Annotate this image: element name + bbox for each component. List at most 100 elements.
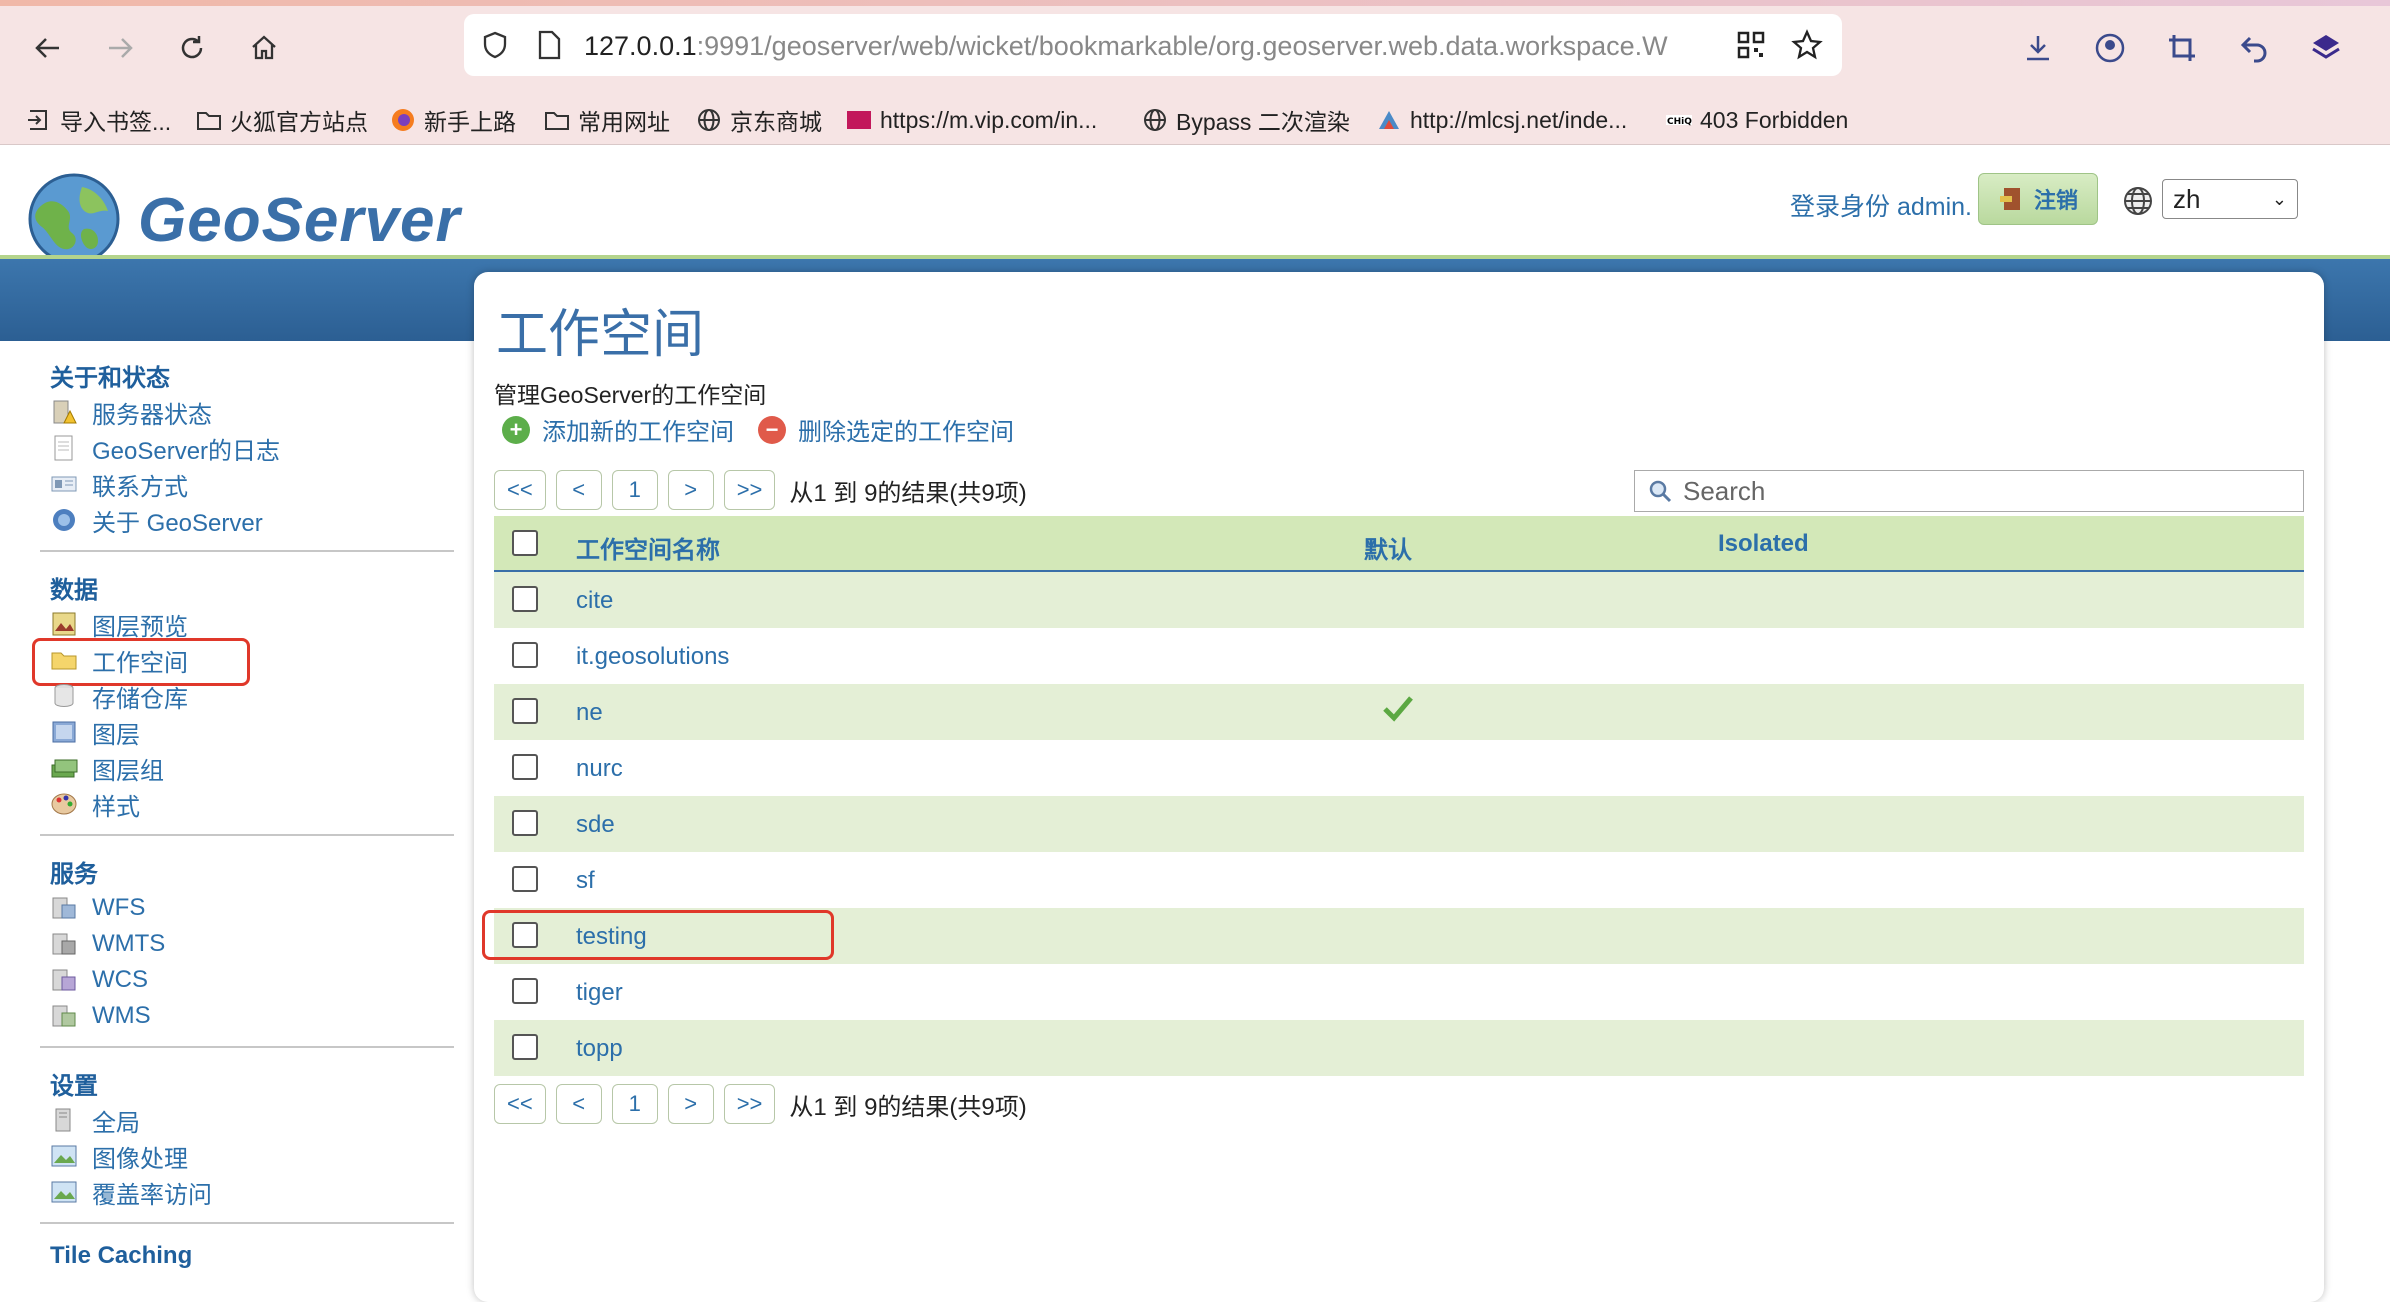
- sidebar-item-wfs[interactable]: WFS: [32, 890, 452, 926]
- bookmark-item[interactable]: 京东商城: [696, 101, 822, 139]
- globe-icon: [698, 109, 720, 131]
- row-checkbox[interactable]: [512, 922, 538, 948]
- language-select[interactable]: zh ⌄: [2162, 179, 2298, 219]
- workspace-name-link[interactable]: topp: [576, 1035, 623, 1063]
- row-checkbox[interactable]: [512, 810, 538, 836]
- row-checkbox[interactable]: [512, 698, 538, 724]
- workspace-name-link[interactable]: nurc: [576, 755, 623, 783]
- workspace-name-link[interactable]: sf: [576, 867, 595, 895]
- sidebar-item-label: 关于 GeoServer: [92, 509, 263, 537]
- sidebar-item-label: 全局: [92, 1109, 140, 1137]
- sidebar-item-label: 图像处理: [92, 1145, 188, 1173]
- bookmark-item[interactable]: 火狐官方站点: [196, 101, 368, 139]
- extension-button[interactable]: [2302, 24, 2350, 72]
- sidebar-item-log[interactable]: GeoServer的日志: [32, 430, 452, 466]
- workspace-name-link[interactable]: tiger: [576, 979, 623, 1007]
- url-text[interactable]: 127.0.0.1:9991/geoserver/web/wicket/book…: [584, 31, 1699, 62]
- pager-prev-button[interactable]: <: [555, 470, 602, 510]
- service-icon: [52, 969, 76, 991]
- import-icon: [28, 110, 47, 130]
- account-button[interactable]: [2086, 24, 2134, 72]
- pager-next-button[interactable]: >: [667, 470, 714, 510]
- column-header-isolated[interactable]: Isolated: [1718, 530, 1809, 558]
- search-input[interactable]: [1683, 475, 2243, 507]
- bookmarks-bar: 导入书签... 火狐官方站点 新手上路 常用网址 京东商城 https://m.…: [0, 95, 2390, 145]
- bookmark-item[interactable]: http://mlcsj.net/inde...: [1376, 101, 1627, 139]
- downloads-button[interactable]: [2014, 24, 2062, 72]
- undo-button[interactable]: [2230, 24, 2278, 72]
- bookmark-item[interactable]: 导入书签...: [26, 101, 171, 139]
- row-checkbox[interactable]: [512, 754, 538, 780]
- sidebar-item-about[interactable]: 关于 GeoServer: [32, 502, 452, 538]
- shield-icon[interactable]: [480, 30, 510, 60]
- pager-last-button[interactable]: >>: [723, 1084, 776, 1124]
- sidebar-section-title: 数据: [50, 577, 98, 604]
- sidebar-item-wmts[interactable]: WMTS: [32, 926, 452, 962]
- sidebar-item-label: WCS: [92, 966, 148, 993]
- sidebar-item-layer-groups[interactable]: 图层组: [32, 750, 452, 786]
- sidebar-item-wcs[interactable]: WCS: [32, 962, 452, 998]
- screenshot-button[interactable]: [2158, 24, 2206, 72]
- service-icon: [52, 933, 76, 955]
- sidebar-item-styles[interactable]: 样式: [32, 786, 452, 822]
- pager-last-button[interactable]: >>: [723, 470, 776, 510]
- search-box[interactable]: [1634, 470, 2304, 512]
- layer-preview-icon: [52, 612, 76, 636]
- address-bar[interactable]: 127.0.0.1:9991/geoserver/web/wicket/book…: [464, 14, 1842, 76]
- add-workspace-link[interactable]: + 添加新的工作空间: [502, 412, 734, 447]
- bookmark-label: https://m.vip.com/in...: [880, 106, 1098, 133]
- pager-page-button[interactable]: 1: [611, 1084, 658, 1124]
- row-checkbox[interactable]: [512, 1034, 538, 1060]
- bookmark-item[interactable]: 新手上路: [390, 101, 516, 139]
- pager-prev-button[interactable]: <: [555, 1084, 602, 1124]
- bookmark-star-icon[interactable]: [1791, 29, 1823, 61]
- bookmark-label: 导入书签...: [60, 109, 172, 135]
- workspace-name-link[interactable]: ne: [576, 699, 603, 727]
- bookmark-item[interactable]: 常用网址: [544, 101, 670, 139]
- sidebar-divider: [40, 550, 454, 552]
- row-checkbox[interactable]: [512, 866, 538, 892]
- column-header-default[interactable]: 默认: [1364, 530, 1412, 565]
- sidebar-item-image-processing[interactable]: 图像处理: [32, 1138, 452, 1174]
- geoserver-logo-text[interactable]: GeoServer: [138, 185, 461, 256]
- sidebar-item-wms[interactable]: WMS: [32, 998, 452, 1034]
- workspace-name-link[interactable]: it.geosolutions: [576, 643, 729, 671]
- sidebar-item-label: 存储仓库: [92, 685, 188, 713]
- home-button[interactable]: [240, 24, 288, 72]
- pager-next-button[interactable]: >: [667, 1084, 714, 1124]
- row-checkbox[interactable]: [512, 586, 538, 612]
- back-button[interactable]: [24, 24, 72, 72]
- bookmark-item[interactable]: https://m.vip.com/in...: [846, 101, 1097, 139]
- workspace-name-link[interactable]: cite: [576, 587, 613, 615]
- sidebar-item-server-status[interactable]: 服务器状态: [32, 394, 452, 430]
- logout-button[interactable]: 注销: [1978, 173, 2098, 225]
- bookmark-item[interactable]: CHiQ 403 Forbidden: [1666, 101, 1848, 139]
- sidebar-section-title: 设置: [50, 1073, 98, 1100]
- row-checkbox[interactable]: [512, 978, 538, 1004]
- sidebar-item-contact[interactable]: 联系方式: [32, 466, 452, 502]
- row-checkbox[interactable]: [512, 642, 538, 668]
- pager-page-button[interactable]: 1: [611, 470, 658, 510]
- remove-workspace-link[interactable]: − 删除选定的工作空间: [758, 412, 1014, 447]
- column-header-name[interactable]: 工作空间名称: [576, 530, 720, 565]
- sidebar-item-stores[interactable]: 存储仓库: [32, 678, 452, 714]
- reload-button[interactable]: [168, 24, 216, 72]
- bookmark-item[interactable]: Bypass 二次渲染: [1142, 101, 1350, 139]
- forward-button[interactable]: [96, 24, 144, 72]
- workspace-name-link[interactable]: sde: [576, 811, 615, 839]
- select-all-checkbox[interactable]: [512, 530, 538, 556]
- download-icon: [2027, 36, 2049, 61]
- qr-code-icon[interactable]: [1736, 30, 1766, 60]
- sidebar-item-layers[interactable]: 图层: [32, 714, 452, 750]
- sidebar-item-workspaces[interactable]: 工作空间: [32, 638, 452, 686]
- pager-first-button[interactable]: <<: [494, 1084, 546, 1124]
- sidebar-item-coverage-access[interactable]: 覆盖率访问: [32, 1174, 452, 1210]
- workspace-name-link[interactable]: testing: [576, 923, 647, 951]
- sidebar-item-label: 图层预览: [92, 613, 188, 641]
- log-icon: [54, 435, 73, 461]
- remove-workspace-label: 删除选定的工作空间: [798, 419, 1014, 446]
- geoserver-globe-logo-icon[interactable]: [22, 167, 130, 267]
- sidebar-item-global[interactable]: 全局: [32, 1102, 452, 1138]
- sidebar-item-layer-preview[interactable]: 图层预览: [32, 606, 452, 642]
- pager-first-button[interactable]: <<: [494, 470, 546, 510]
